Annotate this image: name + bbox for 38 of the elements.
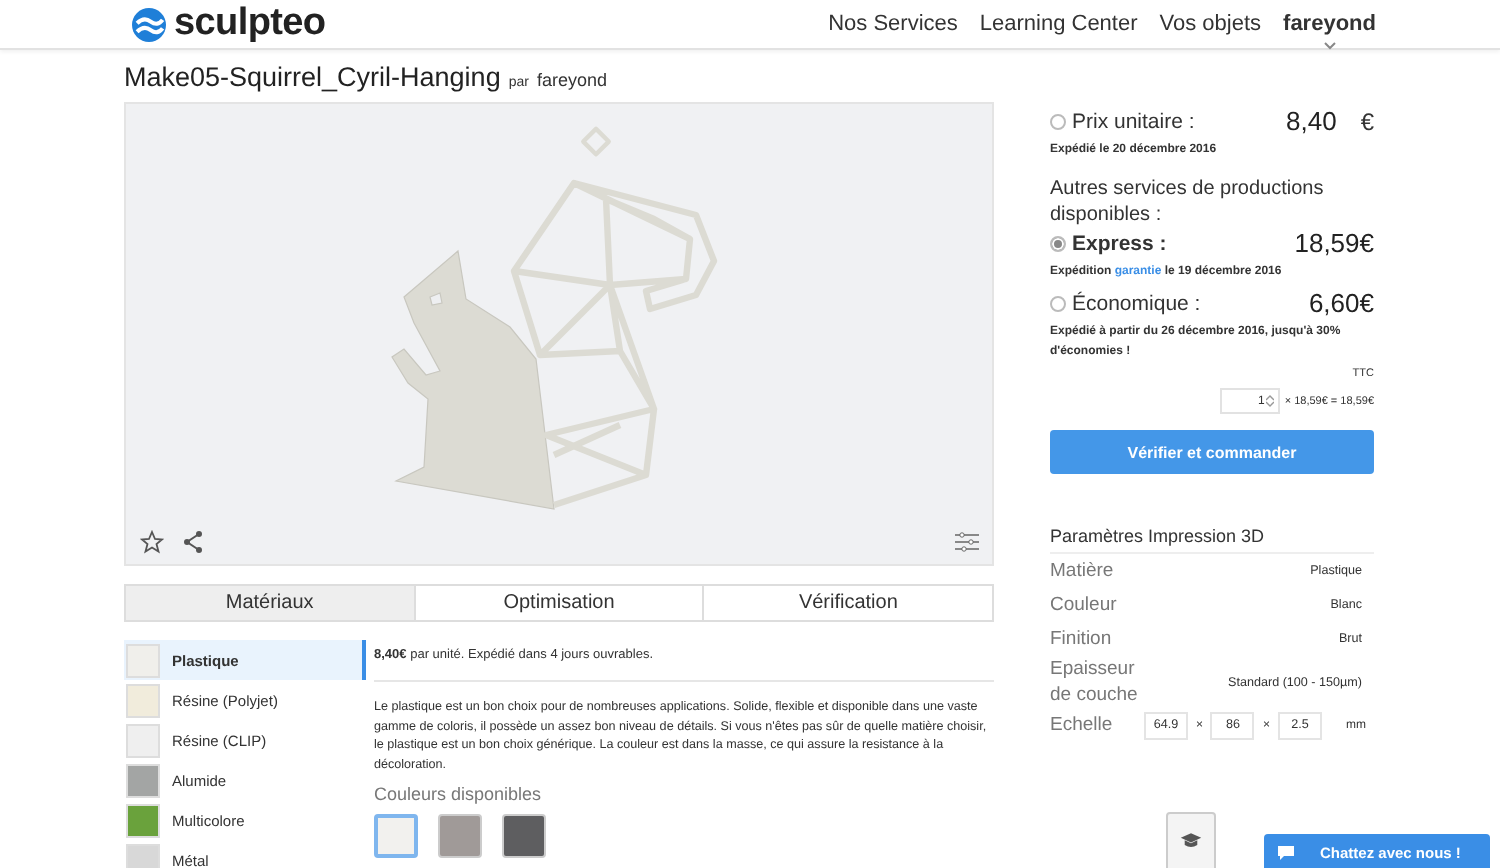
tab[interactable]: Matériaux [126,586,414,620]
section-heading: Autres services de productions disponibles : [1050,176,1326,228]
radio-button[interactable] [1050,235,1066,251]
speech-bubble-icon [1276,843,1296,861]
param-label: Finition [1050,626,1114,652]
option-label: Prix unitaire : [1072,109,1195,133]
params-heading: Paramètres Impression 3D [1050,526,1374,554]
color-swatch[interactable] [438,814,482,859]
radio-button[interactable] [1050,295,1066,311]
nav-link[interactable]: Vos objets [1159,12,1262,36]
nav-link[interactable]: Nos Services [828,12,958,36]
logo-icon [132,7,166,41]
star-icon[interactable] [140,530,164,554]
param-label: Couleur [1050,592,1119,618]
logo-wordmark[interactable]: sculpteo [174,2,326,46]
graduation-cap-icon [1180,830,1202,852]
param-label: Epaisseur de couche [1050,656,1140,708]
colors-heading: Couleurs disponibles [374,784,544,805]
option-label: Économique : [1072,291,1201,315]
nav-link[interactable]: fareyond [1283,12,1376,36]
model-title: Make05-Squirrel_Cyril-Hanging [124,62,501,92]
color-swatch[interactable] [374,814,418,859]
color-swatch[interactable] [502,814,546,859]
option-price: 6,60€ [1308,288,1374,318]
caret-icon [1323,42,1336,50]
author-link[interactable]: fareyond [536,70,607,90]
nav-link[interactable]: Learning Center [979,12,1138,36]
option-label: Express : [1072,231,1167,255]
option-price: 18,59€ [1294,228,1374,258]
radio-button[interactable] [1050,113,1066,129]
learning-button[interactable] [1166,812,1216,868]
param-label: Echelle [1050,712,1115,738]
share-icon[interactable] [182,530,204,554]
unit-price: 8,40 [1286,106,1337,136]
currency-label: € [1360,107,1374,135]
settings-icon[interactable] [954,530,980,554]
param-label: Matière [1050,558,1116,584]
spinner-icon [1266,394,1275,408]
